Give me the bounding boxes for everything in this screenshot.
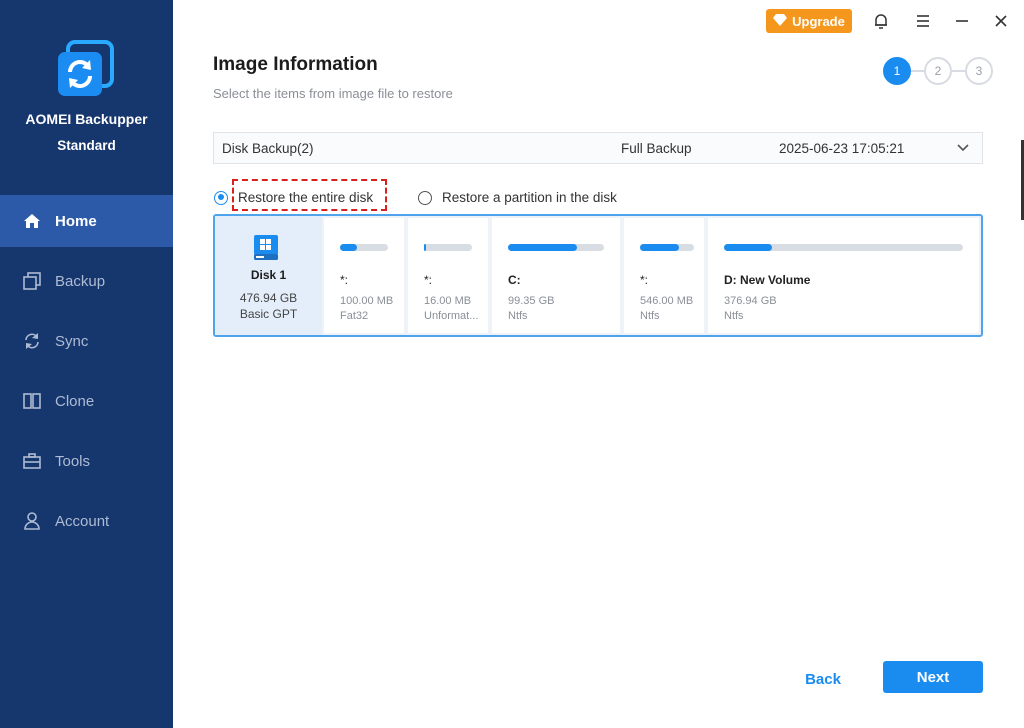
partition-name: *:	[640, 273, 649, 287]
partition-usage-fill	[640, 244, 679, 251]
disk-type: Basic GPT	[239, 307, 298, 321]
backup-name: Disk Backup(2)	[222, 141, 314, 156]
partition-usage-fill	[508, 244, 578, 251]
disk-icon	[251, 232, 281, 262]
partition-fs: Ntfs	[724, 310, 744, 322]
app-edition: Standard	[57, 138, 116, 153]
home-icon	[22, 211, 42, 231]
partition-name: C:	[508, 273, 521, 287]
sidebar-item-label: Sync	[55, 332, 89, 350]
partition-fs: Ntfs	[640, 310, 660, 322]
upgrade-label: Upgrade	[792, 13, 845, 29]
partition-name: *:	[340, 273, 349, 287]
partition-usage-bar	[724, 244, 963, 251]
step-3: 3	[965, 57, 993, 85]
app-name: AOMEI Backupper	[25, 111, 148, 127]
radio-checked[interactable]	[214, 190, 228, 205]
sidebar-item-home[interactable]: Home	[0, 195, 173, 247]
account-icon	[22, 511, 42, 531]
partition-size: 16.00 MB	[424, 295, 472, 307]
partition-fs: Unformat...	[424, 310, 479, 322]
diamond-icon	[773, 13, 788, 29]
partition-card: *: 16.00 MB Unformat...	[408, 218, 488, 333]
partition-fs: Fat32	[340, 310, 369, 322]
sidebar-item-label: Clone	[55, 392, 95, 410]
backup-type: Full Backup	[621, 141, 692, 156]
partition-usage-fill	[340, 244, 357, 251]
partition-usage-fill	[424, 244, 427, 251]
disk-panel[interactable]: Disk 1 476.94 GB Basic GPT *: 100.00 MB …	[213, 214, 983, 337]
partition-card: D: New Volume 376.94 GB Ntfs	[708, 218, 979, 333]
step-connector	[952, 70, 965, 72]
sync-icon	[22, 331, 42, 351]
restore-partition-option[interactable]: Restore a partition in the disk	[418, 190, 617, 205]
sidebar-item-label: Tools	[55, 452, 91, 470]
page-subtitle: Select the items from image file to rest…	[213, 86, 453, 101]
partition-card: *: 100.00 MB Fat32	[324, 218, 404, 333]
step-indicator: 1 2 3	[883, 57, 993, 85]
disk-size: 476.94 GB	[239, 291, 298, 305]
tools-icon	[22, 451, 42, 471]
partition-size: 100.00 MB	[340, 295, 394, 307]
backup-date: 2025-06-23 17:05:21	[779, 141, 905, 156]
sidebar-item-tools[interactable]: Tools	[0, 435, 173, 487]
page-title: Image Information	[213, 54, 378, 75]
upgrade-button[interactable]: Upgrade	[766, 9, 852, 33]
menu-icon[interactable]	[912, 10, 934, 32]
clone-icon	[22, 391, 42, 411]
minimize-icon[interactable]	[951, 10, 973, 32]
restore-entire-disk-label: Restore the entire disk	[238, 190, 374, 205]
partition-card: *: 546.00 MB Ntfs	[624, 218, 704, 333]
close-icon[interactable]	[990, 10, 1012, 32]
next-button[interactable]: Next	[883, 661, 983, 693]
sidebar: AOMEI Backupper Standard Home Backup Syn…	[0, 0, 173, 728]
sidebar-item-label: Backup	[55, 272, 106, 290]
bell-icon[interactable]	[870, 10, 892, 32]
partition-size: 546.00 MB	[640, 295, 694, 307]
sidebar-item-label: Account	[55, 512, 110, 530]
step-2: 2	[924, 57, 952, 85]
partition-usage-bar	[340, 244, 388, 251]
restore-partition-label: Restore a partition in the disk	[442, 190, 617, 205]
step-1: 1	[883, 57, 911, 85]
backup-selector[interactable]: Disk Backup(2) Full Backup 2025-06-23 17…	[213, 132, 983, 164]
partition-card: C: 99.35 GB Ntfs	[492, 218, 620, 333]
partition-name: *:	[424, 273, 433, 287]
partition-name: D: New Volume	[724, 273, 811, 287]
chevron-down-icon[interactable]	[956, 141, 970, 155]
sidebar-item-sync[interactable]: Sync	[0, 315, 173, 367]
app-logo	[56, 40, 116, 100]
backup-icon	[22, 271, 42, 291]
partition-fs: Ntfs	[508, 310, 528, 322]
partition-size: 376.94 GB	[724, 295, 777, 307]
disk-info: Disk 1 476.94 GB Basic GPT	[215, 216, 322, 335]
back-button[interactable]: Back	[790, 664, 856, 694]
partition-usage-fill	[724, 244, 772, 251]
partition-usage-bar	[424, 244, 472, 251]
sidebar-item-clone[interactable]: Clone	[0, 375, 173, 427]
disk-name: Disk 1	[250, 268, 287, 282]
partition-usage-bar	[508, 244, 604, 251]
partition-size: 99.35 GB	[508, 295, 555, 307]
step-connector	[911, 70, 924, 72]
radio-unchecked[interactable]	[418, 190, 432, 205]
sidebar-item-backup[interactable]: Backup	[0, 255, 173, 307]
partition-usage-bar	[640, 244, 694, 251]
sidebar-item-label: Home	[55, 212, 97, 230]
sidebar-item-account[interactable]: Account	[0, 495, 173, 547]
restore-entire-disk-option[interactable]: Restore the entire disk	[214, 190, 373, 205]
